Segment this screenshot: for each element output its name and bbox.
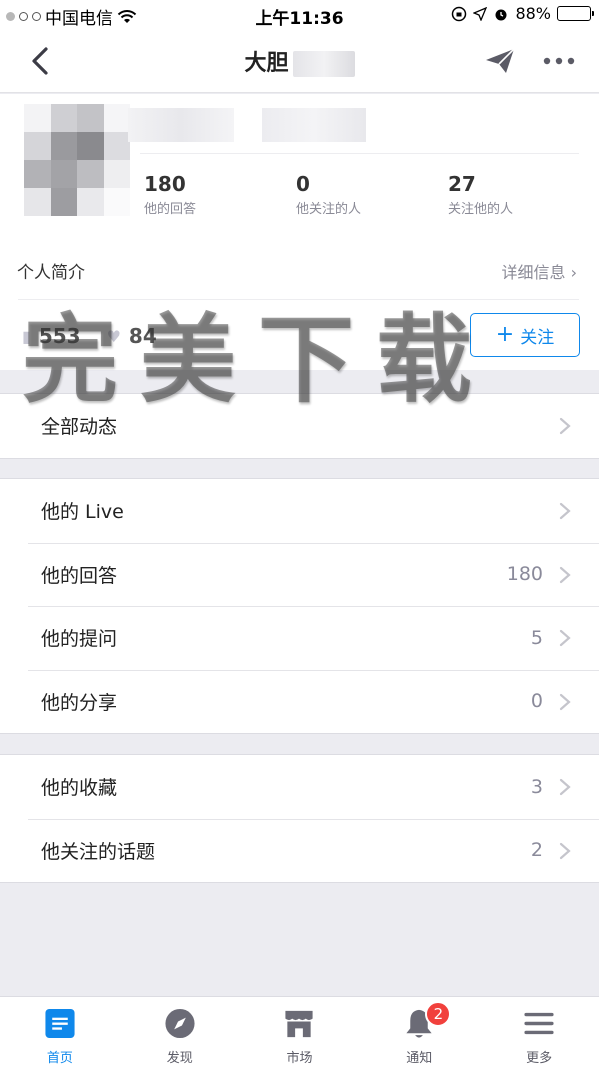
stat-number: 0	[296, 172, 310, 196]
row-label: 他的收藏	[41, 777, 118, 800]
home-icon	[45, 1008, 75, 1039]
row-count: 3	[530, 775, 543, 798]
chevron-right-icon	[559, 778, 571, 796]
stat-answers[interactable]: 180 他的回答	[144, 172, 196, 217]
divider	[18, 299, 579, 300]
tab-label: 市场	[286, 1051, 313, 1066]
stat-number: 27	[448, 172, 476, 196]
tab-label: 发现	[166, 1051, 193, 1066]
battery-percent: 88%	[515, 4, 551, 23]
heart-icon: ♥	[106, 326, 121, 346]
navigation-bar: 大胆	[0, 30, 599, 93]
menu-row-all-activity[interactable]: 全部动态	[0, 394, 599, 458]
menu-row-questions[interactable]: 他的提问 5	[0, 606, 599, 670]
menu-group-activity: 全部动态	[0, 393, 599, 459]
plus-icon: +	[495, 322, 515, 347]
follow-label: 关注	[520, 327, 555, 348]
chevron-right-icon	[559, 502, 571, 520]
status-bar: 中国电信 上午11:36 88%	[0, 0, 599, 30]
store-icon	[285, 1010, 314, 1038]
chevron-right-icon	[559, 417, 571, 435]
row-label: 他的 Live	[41, 501, 124, 524]
menu-row-collections[interactable]: 他的收藏 3	[0, 755, 599, 819]
paper-plane-icon[interactable]	[484, 46, 516, 76]
stat-followers[interactable]: 27 关注他的人	[448, 172, 513, 217]
row-count: 180	[506, 563, 543, 586]
status-right: 88%	[451, 4, 594, 23]
intro-label: 个人简介	[17, 263, 85, 283]
menu-row-shares[interactable]: 他的分享 0	[0, 669, 599, 734]
tab-home[interactable]: 首页	[0, 997, 120, 1066]
menu-row-topics[interactable]: 他关注的话题 2	[0, 818, 599, 883]
chevron-right-icon	[559, 629, 571, 647]
row-label: 他的回答	[41, 564, 118, 587]
tab-notifications[interactable]: 2 通知	[359, 997, 479, 1066]
battery-icon	[557, 6, 594, 21]
tab-discover[interactable]: 发现	[120, 997, 240, 1066]
menu-row-answers[interactable]: 他的回答 180	[0, 542, 599, 607]
location-icon	[473, 6, 488, 21]
chevron-right-icon	[559, 842, 571, 859]
row-count: 5	[530, 626, 543, 649]
notification-badge: 2	[425, 1001, 452, 1027]
tab-label: 更多	[526, 1051, 553, 1066]
tab-bar: 首页 发现 市场 2 通知 更多	[0, 996, 599, 1066]
stat-label: 他关注的人	[296, 202, 362, 217]
divider	[140, 153, 579, 154]
page-title-text: 大胆	[244, 51, 289, 76]
more-dots-icon[interactable]	[543, 55, 575, 67]
row-label: 他关注的话题	[41, 840, 156, 863]
alarm-icon	[495, 9, 507, 20]
stat-number: 180	[144, 172, 186, 196]
agree-count: 553	[38, 324, 81, 348]
row-label: 他的分享	[41, 691, 118, 714]
tab-label: 通知	[406, 1051, 433, 1066]
stat-label: 他的回答	[144, 202, 197, 217]
menu-group-content: 他的 Live 他的回答 180 他的提问 5 他的分享 0	[0, 478, 599, 734]
chevron-right-icon	[559, 693, 571, 710]
reputation-counts: ▮ 553 ♥ 84	[22, 324, 157, 348]
tab-more[interactable]: 更多	[479, 997, 599, 1066]
thanks-count: 84	[128, 324, 157, 348]
title-blur	[292, 51, 355, 77]
orientation-lock-icon	[452, 6, 467, 21]
row-count: 0	[530, 690, 543, 713]
stat-label: 关注他的人	[448, 202, 514, 217]
follow-button[interactable]: + 关注	[470, 313, 580, 357]
thumbs-up-icon: ▮	[22, 326, 31, 346]
row-count: 2	[530, 839, 543, 862]
profile-card: 180 他的回答 0 他关注的人 27 关注他的人 个人简介 详细信息 › ▮ …	[0, 94, 599, 370]
headline-blur	[262, 108, 366, 142]
username-blur	[128, 108, 234, 142]
menu-icon	[524, 1012, 554, 1035]
tab-label: 首页	[46, 1051, 73, 1066]
tab-market[interactable]: 市场	[240, 997, 360, 1066]
row-label: 他的提问	[41, 628, 118, 651]
menu-group-collections: 他的收藏 3 他关注的话题 2	[0, 754, 599, 883]
detail-info-link[interactable]: 详细信息 ›	[502, 259, 578, 283]
stat-following[interactable]: 0 他关注的人	[296, 172, 361, 217]
chevron-right-icon	[559, 566, 571, 583]
compass-icon	[165, 1008, 195, 1039]
menu-row-live[interactable]: 他的 Live	[0, 479, 599, 543]
row-label: 全部动态	[41, 416, 118, 439]
avatar[interactable]	[24, 104, 130, 216]
